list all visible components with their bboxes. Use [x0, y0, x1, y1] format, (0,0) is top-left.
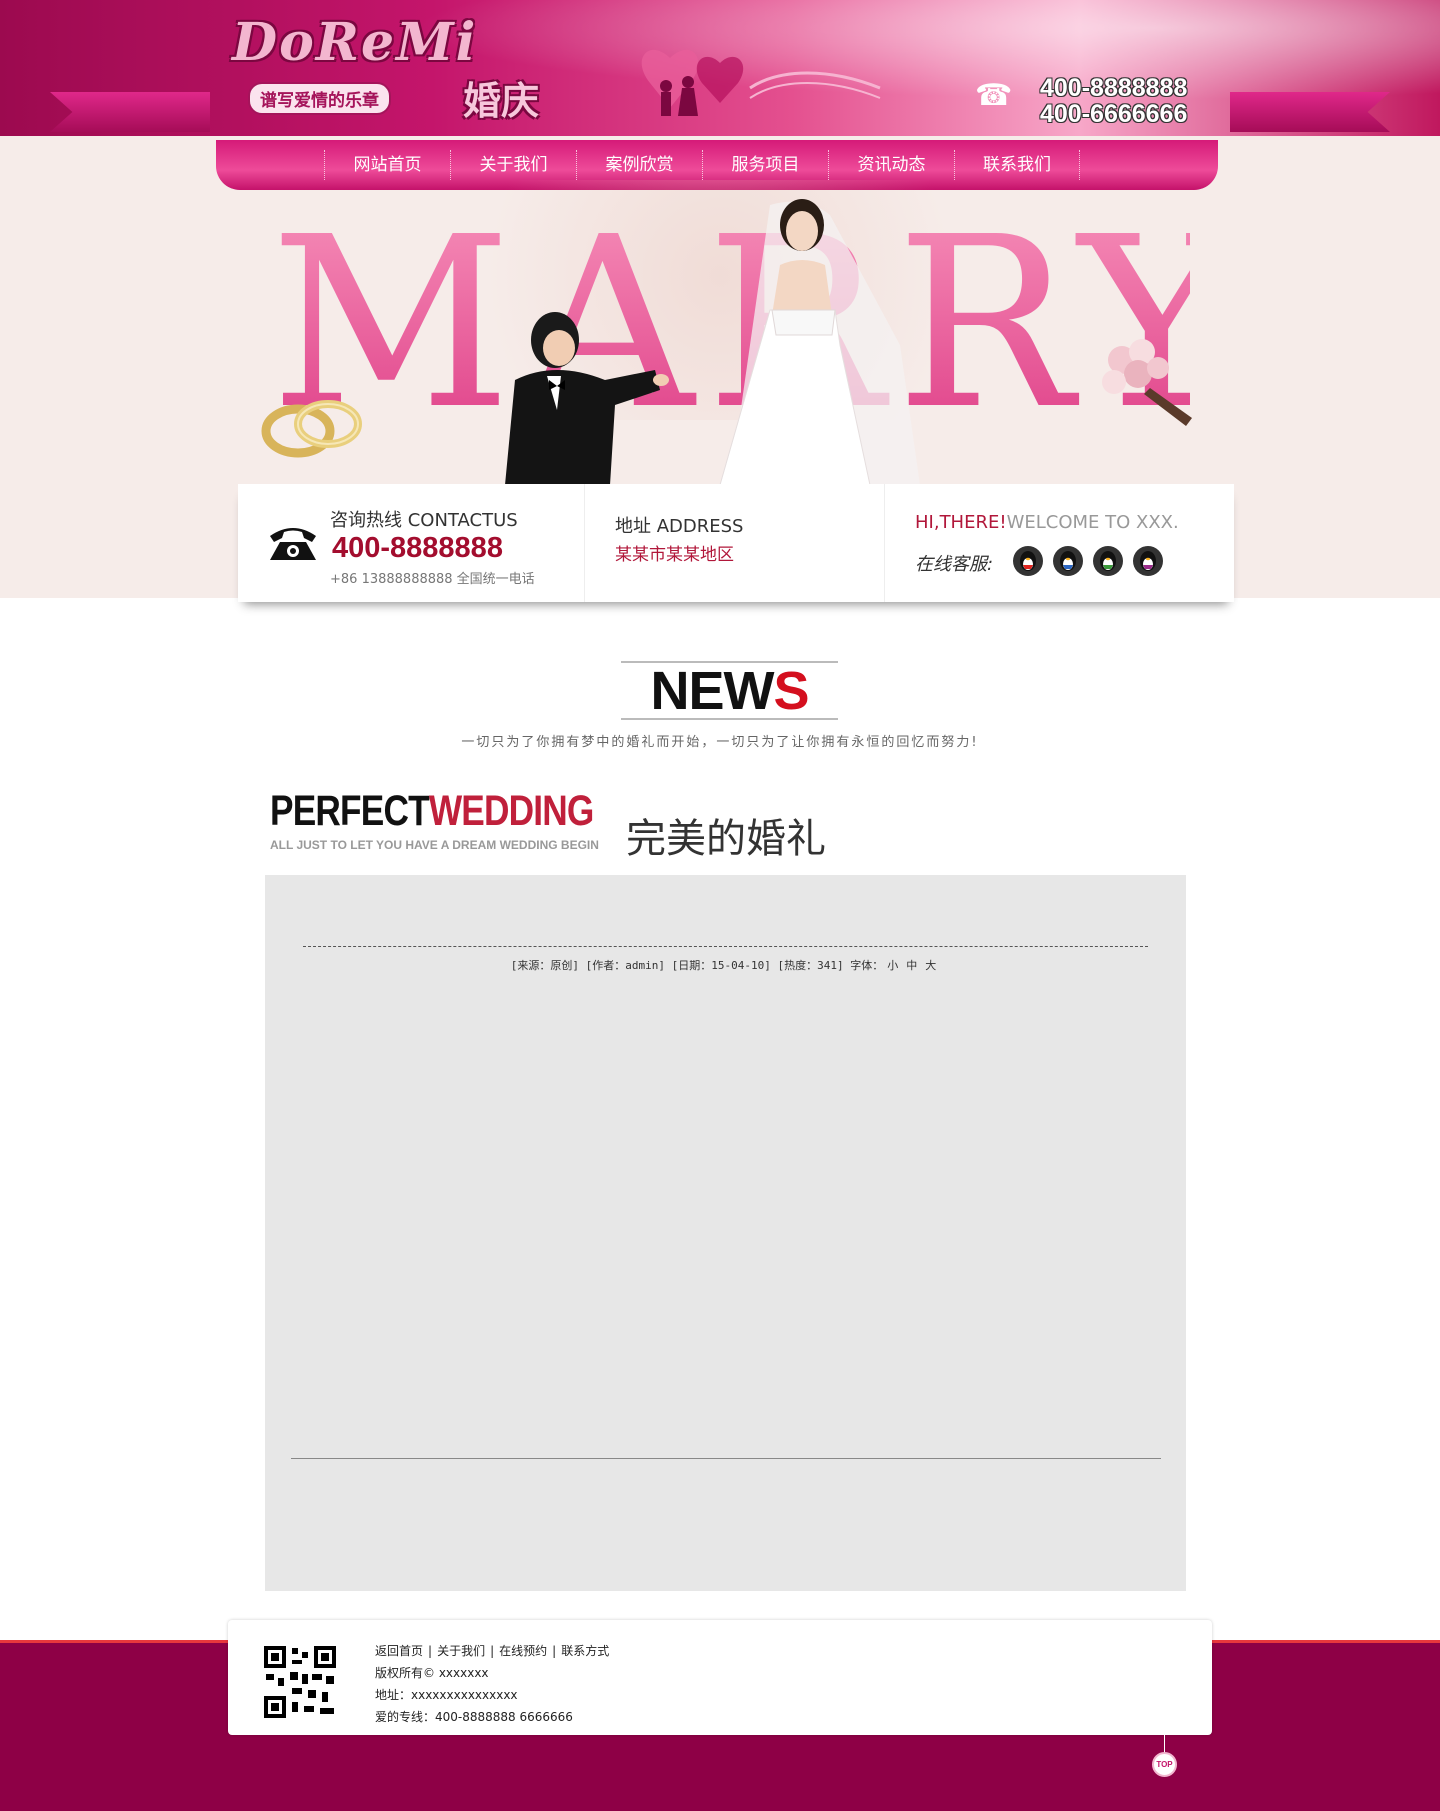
section-title-cn: 完美的婚礼 — [626, 816, 826, 862]
qr-code-image — [262, 1644, 338, 1720]
nav-item-cases[interactable]: 案例欣赏 — [576, 150, 702, 180]
qq-icon[interactable] — [1133, 546, 1163, 576]
telephone-icon — [270, 528, 316, 560]
section-title-red: WEDDING — [428, 787, 594, 835]
footer-link-contact[interactable]: 联系方式 — [561, 1644, 609, 1658]
back-to-top-button[interactable]: TOP — [1152, 1752, 1177, 1777]
nav-list: 网站首页 关于我们 案例欣赏 服务项目 资讯动态 联系我们 — [324, 150, 1080, 180]
news-divider-bottom — [621, 718, 838, 720]
header-phone-block: ☎ 400-8888888 400-6666666 — [975, 74, 1195, 134]
online-service-label: 在线客服: — [915, 554, 994, 575]
logo-side-text: 婚庆 — [463, 79, 540, 123]
nav-item-contact[interactable]: 联系我们 — [954, 150, 1080, 180]
ribbon-right — [1230, 92, 1390, 132]
bride-figure — [719, 199, 920, 485]
hotline-title: 咨询热线 CONTACTUS — [330, 510, 518, 531]
article-divider-dashed — [303, 946, 1148, 947]
news-slogan: 一切只为了你拥有梦中的婚礼而开始，一切只为了让你拥有永恒的回忆而努力! — [461, 735, 979, 750]
footer-link-separator: | — [490, 1644, 495, 1658]
article-meta-info: [来源：原创] [作者：admin] [日期：15-04-10] [热度：341… — [510, 959, 884, 972]
article-panel: [来源：原创] [作者：admin] [日期：15-04-10] [热度：341… — [265, 875, 1186, 1591]
greeting-welcome: WELCOME TO XXX. — [1006, 512, 1179, 533]
welcome-greeting: HI,THERE!WELCOME TO XXX. — [915, 512, 1179, 533]
penguin-icon — [1140, 551, 1156, 571]
article-divider-solid — [291, 1458, 1161, 1459]
footer-link-booking[interactable]: 在线预约 — [499, 1644, 547, 1658]
article-meta: [来源：原创] [作者：admin] [日期：15-04-10] [热度：341… — [265, 957, 1186, 973]
qq-icon[interactable] — [1053, 546, 1083, 576]
nav-item-home[interactable]: 网站首页 — [324, 150, 450, 180]
header-phone-2: 400-6666666 — [1040, 100, 1188, 128]
logo-tagline: 谱写爱情的乐章 — [248, 82, 391, 115]
header-phone-1: 400-8888888 — [1040, 74, 1188, 102]
footer-link-separator: | — [552, 1644, 557, 1658]
news-heading: NEWS — [621, 664, 838, 718]
nav-item-news[interactable]: 资讯动态 — [828, 150, 954, 180]
footer-panel: 返回首页 | 关于我们 | 在线预约 | 联系方式 版权所有© xxxxxxx 地址：xxx… — [228, 1620, 1212, 1735]
hotline-number: 400-8888888 — [332, 532, 503, 564]
ribbon-left — [50, 92, 210, 132]
nav-item-services[interactable]: 服务项目 — [702, 150, 828, 180]
font-size-large-link[interactable]: 大 — [925, 959, 936, 972]
section-title-dark: PERFECT — [270, 787, 430, 835]
contact-address: 地址 ADDRESS 某某市某某地区 — [585, 484, 885, 602]
address-title: 地址 ADDRESS — [615, 516, 744, 537]
penguin-icon — [1020, 551, 1036, 571]
site-logo[interactable]: DoReMi 谱写爱情的乐章 婚庆 — [218, 12, 563, 123]
nav-item-about[interactable]: 关于我们 — [450, 150, 576, 180]
greeting-hi: HI,THERE! — [915, 512, 1007, 533]
address-value: 某某市某某地区 — [615, 545, 734, 565]
footer-links: 返回首页 | 关于我们 | 在线预约 | 联系方式 — [375, 1642, 609, 1659]
font-size-medium-link[interactable]: 中 — [906, 959, 917, 972]
qq-icon[interactable] — [1013, 546, 1043, 576]
footer-link-home[interactable]: 返回首页 — [375, 1644, 423, 1658]
penguin-icon — [1060, 551, 1076, 571]
footer-hotline: 爱的专线：400-8888888 6666666 — [375, 1710, 573, 1724]
footer-copyright: 版权所有© xxxxxxx — [375, 1666, 489, 1680]
footer-link-about[interactable]: 关于我们 — [437, 1644, 485, 1658]
section-subtitle: ALL JUST TO LET YOU HAVE A DREAM WEDDING… — [270, 838, 599, 852]
qq-icon[interactable] — [1093, 546, 1123, 576]
bouquet-image — [1102, 339, 1192, 426]
penguin-icon — [1100, 551, 1116, 571]
footer-address: 地址：xxxxxxxxxxxxxxx — [375, 1688, 518, 1702]
qq-service-list — [1013, 546, 1163, 576]
contact-online: HI,THERE!WELCOME TO XXX. 在线客服: — [885, 484, 1234, 602]
groom-figure — [505, 312, 669, 485]
font-size-small-link[interactable]: 小 — [887, 959, 898, 972]
telephone-icon: ☎ — [975, 78, 1013, 113]
footer-link-separator: | — [428, 1644, 433, 1658]
section-title: PERFECTWEDDING — [270, 790, 594, 833]
contact-bar: 咨询热线 CONTACTUS 400-8888888 +86 138888888… — [238, 484, 1234, 602]
contact-hotline: 咨询热线 CONTACTUS 400-8888888 +86 138888888… — [238, 484, 585, 602]
hotline-note: +86 13888888888 全国统一电话 — [330, 572, 535, 587]
logo-wordmark: DoReMi — [232, 12, 478, 73]
wedding-rings-image — [261, 400, 362, 458]
couple-hearts-illustration — [641, 49, 881, 116]
news-heading-main: NEW — [650, 661, 774, 721]
news-heading-accent: S — [773, 661, 809, 721]
